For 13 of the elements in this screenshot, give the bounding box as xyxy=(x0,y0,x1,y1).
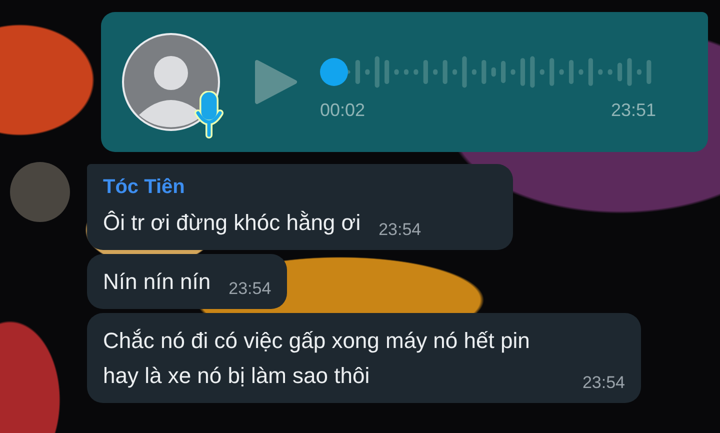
playback-position-handle[interactable] xyxy=(320,58,348,86)
message-text: Nín nín nín xyxy=(103,268,211,296)
message-time: 23:51 xyxy=(610,100,656,120)
message-time: 23:54 xyxy=(228,279,272,299)
message-time: 23:54 xyxy=(582,373,625,393)
message-text: Chắc nó đi có việc gấp xong máy nó hết pin hay là xe nó bị làm sao thôi xyxy=(103,327,531,390)
play-button[interactable] xyxy=(254,58,298,106)
elapsed-time: 00:02 xyxy=(320,100,366,120)
microphone-icon xyxy=(194,91,224,139)
person-avatar-icon xyxy=(122,33,220,131)
message-text: Ôi tr ơi đừng khóc hằng ơi xyxy=(103,209,361,237)
sender-name: Tóc Tiên xyxy=(103,176,186,199)
message-time: 23:54 xyxy=(378,220,422,240)
